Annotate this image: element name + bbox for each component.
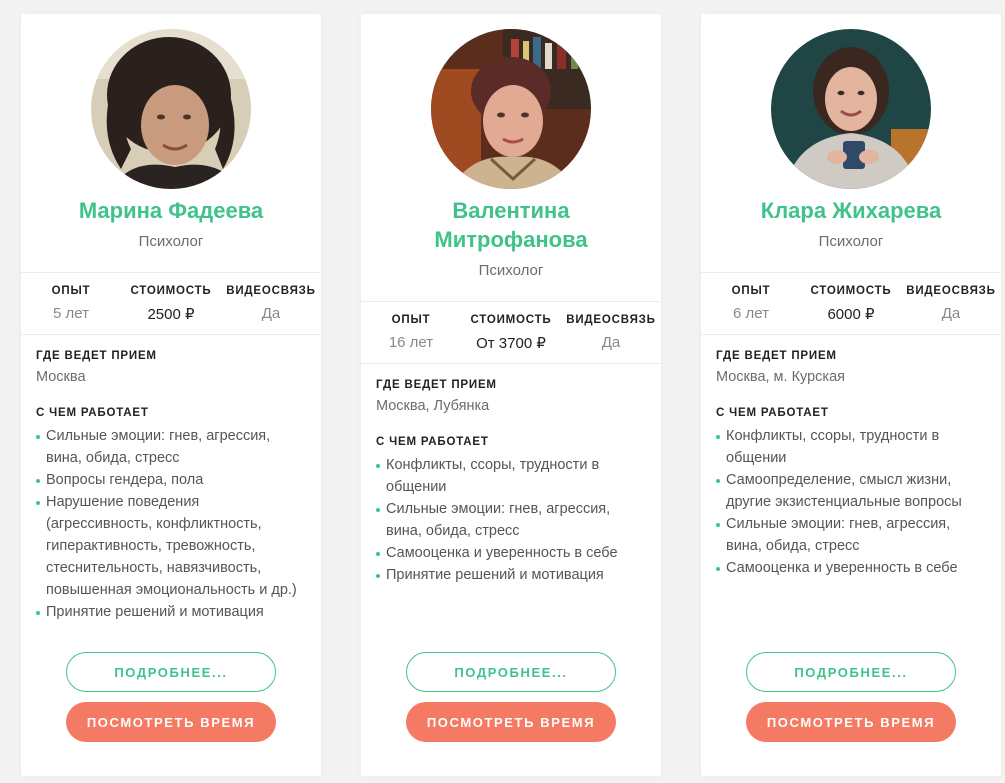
psychologist-card: Марина Фадеева Психолог ОПЫТ 5 лет СТОИМ… — [21, 14, 321, 776]
stat-price: СТОИМОСТЬ От 3700 ₽ — [461, 314, 561, 352]
psychologist-name[interactable]: Клара Жихарева — [701, 196, 1001, 225]
view-time-button[interactable]: ПОСМОТРЕТЬ ВРЕМЯ — [66, 702, 276, 742]
stat-video: ВИДЕОСВЯЗЬ Да — [221, 285, 321, 322]
list-item: Принятие решений и мотивация — [36, 601, 307, 623]
stat-experience: ОПЫТ 6 лет — [701, 285, 801, 322]
avatar-photo — [771, 29, 931, 189]
more-button[interactable]: ПОДРОБНЕЕ... — [66, 652, 276, 692]
avatar[interactable] — [91, 29, 251, 189]
stat-label: ОПЫТ — [391, 314, 431, 326]
stat-value: 6000 ₽ — [827, 305, 875, 323]
list-item: Сильные эмоции: гнев, агрессия, вина, об… — [36, 425, 307, 469]
list-item: Самоопределение, смысл жизни, другие экз… — [716, 469, 987, 513]
stat-label: ОПЫТ — [731, 285, 771, 297]
psychologist-card: Валентина Митрофанова Психолог ОПЫТ 16 л… — [361, 14, 661, 776]
stat-value: 2500 ₽ — [147, 305, 195, 323]
view-time-button[interactable]: ПОСМОТРЕТЬ ВРЕМЯ — [746, 702, 956, 742]
avatar[interactable] — [431, 29, 591, 189]
list-item: Сильные эмоции: гнев, агрессия, вина, об… — [716, 513, 987, 557]
list-item: Конфликты, ссоры, трудности в общении — [716, 425, 987, 469]
list-item: Самооценка и уверенность в себе — [376, 542, 647, 564]
stat-price: СТОИМОСТЬ 2500 ₽ — [121, 285, 221, 323]
stat-video: ВИДЕОСВЯЗЬ Да — [561, 314, 661, 351]
stat-label: ВИДЕОСВЯЗЬ — [906, 285, 996, 297]
stat-value: Да — [941, 305, 961, 322]
stat-experience: ОПЫТ 16 лет — [361, 314, 461, 351]
stat-value: 5 лет — [53, 305, 89, 322]
location-label: ГДЕ ВЕДЕТ ПРИЕМ — [376, 379, 497, 391]
stats-row: ОПЫТ 5 лет СТОИМОСТЬ 2500 ₽ ВИДЕОСВЯЗЬ Д… — [21, 272, 321, 335]
psychologist-role: Психолог — [478, 262, 544, 279]
stats-row: ОПЫТ 6 лет СТОИМОСТЬ 6000 ₽ ВИДЕОСВЯЗЬ Д… — [701, 272, 1001, 335]
location-label: ГДЕ ВЕДЕТ ПРИЕМ — [716, 350, 837, 362]
psychologist-name[interactable]: Марина Фадеева — [21, 196, 321, 225]
location-label: ГДЕ ВЕДЕТ ПРИЕМ — [36, 350, 157, 362]
avatar-photo — [91, 29, 251, 189]
stat-video: ВИДЕОСВЯЗЬ Да — [901, 285, 1001, 322]
location-value: Москва, Лубянка — [376, 398, 490, 414]
stat-experience: ОПЫТ 5 лет — [21, 285, 121, 322]
stats-row: ОПЫТ 16 лет СТОИМОСТЬ От 3700 ₽ ВИДЕОСВЯ… — [361, 301, 661, 364]
list-item: Сильные эмоции: гнев, агрессия, вина, об… — [376, 498, 647, 542]
view-time-button[interactable]: ПОСМОТРЕТЬ ВРЕМЯ — [406, 702, 616, 742]
details: ГДЕ ВЕДЕТ ПРИЕМ Москва С ЧЕМ РАБОТАЕТ Си… — [21, 335, 321, 623]
avatar[interactable] — [771, 29, 931, 189]
stat-value: Да — [601, 334, 621, 351]
psychologist-name[interactable]: Валентина Митрофанова — [361, 196, 661, 254]
stat-value: 6 лет — [733, 305, 769, 322]
list-item: Самооценка и уверенность в себе — [716, 557, 987, 579]
stat-label: ВИДЕОСВЯЗЬ — [226, 285, 316, 297]
topics-label: С ЧЕМ РАБОТАЕТ — [36, 407, 149, 419]
avatar-photo — [431, 29, 591, 189]
topics-list: Сильные эмоции: гнев, агрессия, вина, об… — [36, 425, 307, 623]
topics-label: С ЧЕМ РАБОТАЕТ — [716, 407, 829, 419]
psychologist-role: Психолог — [818, 233, 884, 250]
more-button[interactable]: ПОДРОБНЕЕ... — [746, 652, 956, 692]
stat-value: 16 лет — [388, 334, 434, 351]
more-button[interactable]: ПОДРОБНЕЕ... — [406, 652, 616, 692]
list-item: Принятие решений и мотивация — [376, 564, 647, 586]
list-item: Нарушение поведения (агрессивность, конф… — [36, 491, 307, 601]
details: ГДЕ ВЕДЕТ ПРИЕМ Москва, м. Курская С ЧЕМ… — [701, 335, 1001, 579]
psychologist-card: Клара Жихарева Психолог ОПЫТ 6 лет СТОИМ… — [701, 14, 1001, 776]
location-value: Москва, м. Курская — [716, 369, 846, 385]
topics-label: С ЧЕМ РАБОТАЕТ — [376, 436, 489, 448]
stat-price: СТОИМОСТЬ 6000 ₽ — [801, 285, 901, 323]
psychologist-role: Психолог — [138, 233, 204, 250]
list-item: Вопросы гендера, пола — [36, 469, 307, 491]
stat-label: ВИДЕОСВЯЗЬ — [566, 314, 656, 326]
topics-list: Конфликты, ссоры, трудности в общении Си… — [376, 454, 647, 586]
stat-label: СТОИМОСТЬ — [470, 313, 552, 326]
stat-label: ОПЫТ — [51, 285, 91, 297]
stat-value: От 3700 ₽ — [476, 334, 546, 352]
list-item: Конфликты, ссоры, трудности в общении — [376, 454, 647, 498]
topics-list: Конфликты, ссоры, трудности в общении Са… — [716, 425, 987, 579]
details: ГДЕ ВЕДЕТ ПРИЕМ Москва, Лубянка С ЧЕМ РА… — [361, 364, 661, 586]
location-value: Москва — [36, 369, 86, 385]
stat-value: Да — [261, 305, 281, 322]
stat-label: СТОИМОСТЬ — [810, 284, 892, 297]
stat-label: СТОИМОСТЬ — [130, 284, 212, 297]
